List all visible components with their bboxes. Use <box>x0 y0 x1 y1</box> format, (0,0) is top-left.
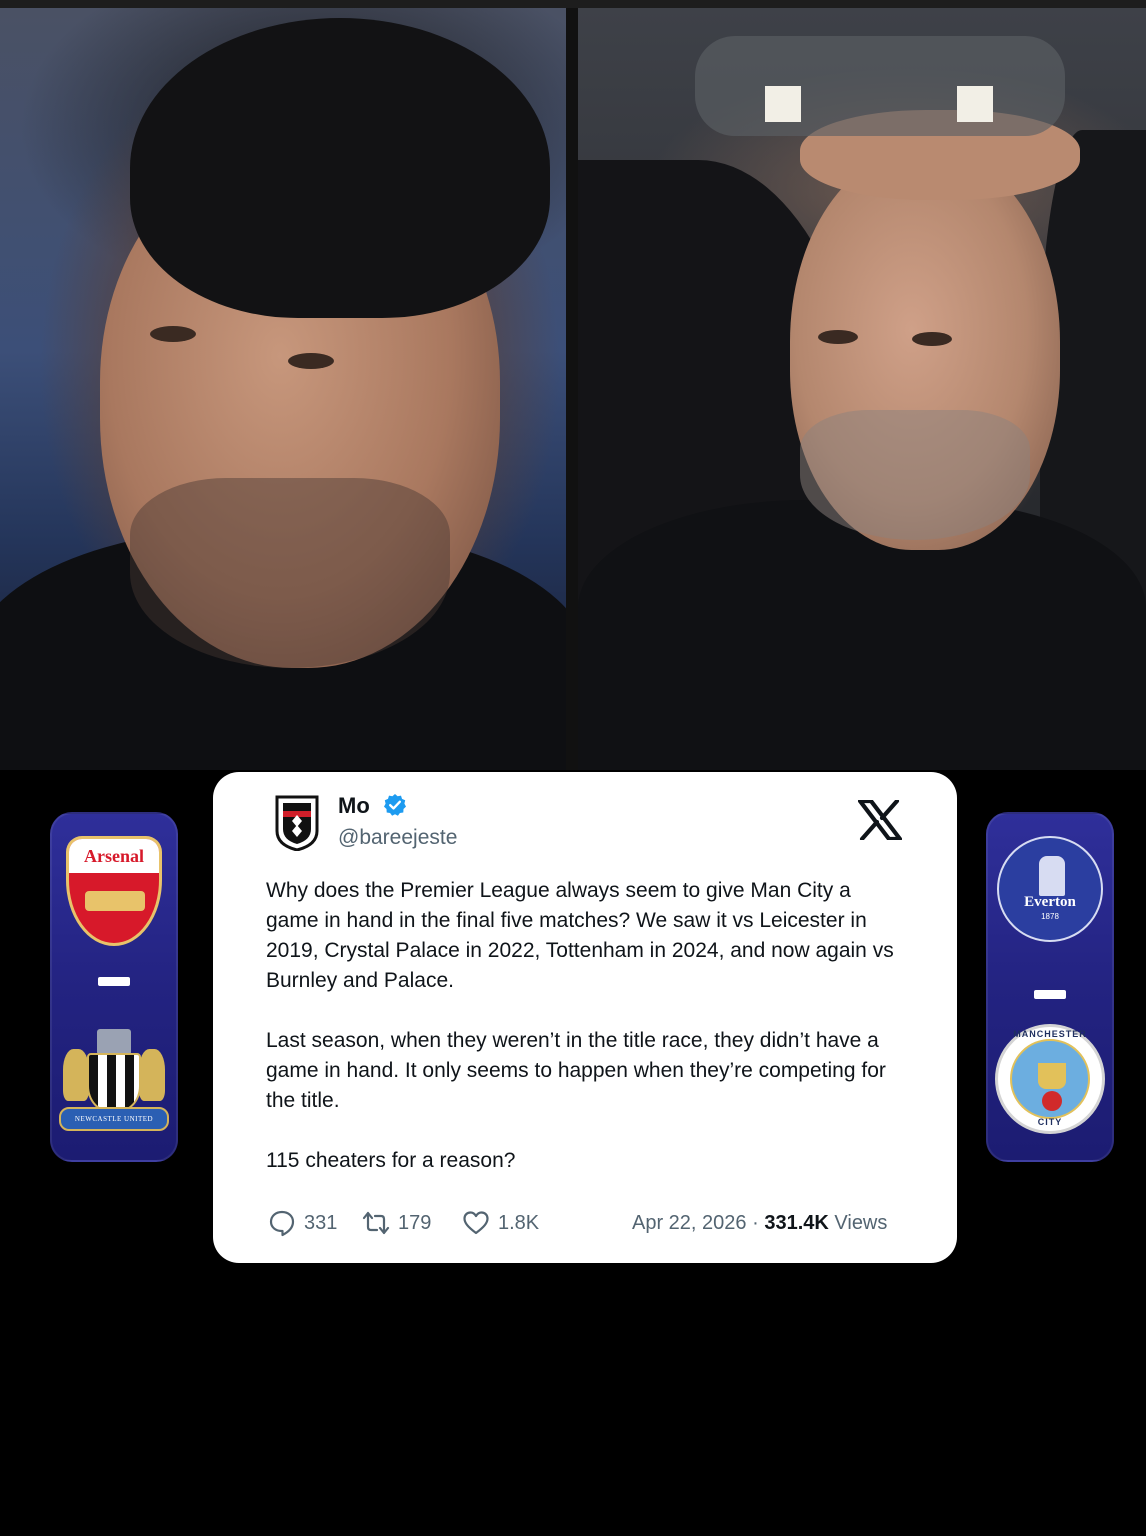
left-fixture-card: Arsenal NEWCASTLE UNITED <box>50 812 178 1162</box>
tweet-date[interactable]: Apr 22, 2026 <box>632 1212 747 1234</box>
right-beard <box>800 410 1030 540</box>
meta-separator: · <box>752 1212 759 1234</box>
like-count: 1.8K <box>498 1211 540 1234</box>
tweet-body: Why does the Premier League always seem … <box>266 876 906 1176</box>
rose-icon <box>1042 1091 1062 1111</box>
reply-button[interactable]: 331 <box>268 1208 337 1238</box>
fixture-dash <box>1034 990 1066 999</box>
tower-icon <box>1039 856 1065 896</box>
reply-icon <box>269 1210 295 1237</box>
arsenal-crest-label: Arsenal <box>69 839 159 873</box>
right-person-eye-right <box>912 332 952 346</box>
everton-crest-year: 1878 <box>1041 912 1059 921</box>
seahorse-icon <box>63 1049 89 1101</box>
tweet-meta: Apr 22, 2026 · 331.4K Views <box>632 1208 887 1238</box>
city-crest-inner <box>1010 1039 1090 1119</box>
heart-icon <box>463 1211 489 1235</box>
views-label: Views <box>834 1212 888 1234</box>
pixelated-blur-overlay <box>695 36 1065 136</box>
seahorse-icon <box>139 1049 165 1101</box>
right-fixture-card: Everton 1878 MANCHESTER CITY <box>986 812 1114 1162</box>
newcastle-scroll-label: NEWCASTLE UNITED <box>59 1107 169 1131</box>
tweet-paragraph-2: Last season, when they weren’t in the ti… <box>266 1029 886 1112</box>
left-manager-photo <box>0 8 566 770</box>
tweet-handle[interactable]: @bareejeste <box>338 826 457 850</box>
tweet-paragraph-1: Why does the Premier League always seem … <box>266 879 894 992</box>
fulham-crest-icon <box>275 795 319 851</box>
top-edge-bar <box>0 0 1146 8</box>
everton-crest-icon: Everton 1878 <box>997 836 1103 942</box>
like-button[interactable]: 1.8K <box>462 1208 539 1238</box>
left-hair <box>130 18 550 318</box>
everton-crest-label: Everton <box>1024 894 1076 910</box>
city-crest-top-text: MANCHESTER <box>1013 1029 1087 1039</box>
left-eye <box>150 326 196 342</box>
tweet-display-name[interactable]: Mo <box>338 793 370 819</box>
photo-divider <box>566 8 578 770</box>
fulham-crest-avatar[interactable] <box>275 795 319 851</box>
blur-pixel <box>765 86 801 122</box>
left-beard <box>130 478 450 668</box>
arsenal-crest-icon: Arsenal <box>66 836 162 946</box>
repost-icon <box>362 1211 390 1235</box>
repost-count: 179 <box>398 1211 432 1234</box>
right-eye <box>288 353 334 369</box>
blur-pixel <box>957 86 993 122</box>
cannon-icon <box>85 891 145 911</box>
newcastle-crest-icon: NEWCASTLE UNITED <box>59 1019 169 1134</box>
city-crest-bottom-text: CITY <box>1037 1117 1063 1127</box>
x-logo-icon[interactable] <box>857 798 903 842</box>
verified-badge-icon <box>383 793 407 817</box>
repost-button[interactable]: 179 <box>362 1208 431 1238</box>
castle-icon <box>97 1029 131 1055</box>
tweet-paragraph-3: 115 cheaters for a reason? <box>266 1149 516 1172</box>
fixture-dash <box>98 977 130 986</box>
right-person-eye-left <box>818 330 858 344</box>
right-jacket <box>578 500 1146 770</box>
striped-shield-icon <box>87 1053 141 1113</box>
ship-icon <box>1038 1063 1066 1089</box>
views-count: 331.4K <box>764 1212 829 1234</box>
man-city-crest-icon: MANCHESTER CITY <box>995 1024 1105 1134</box>
reply-count: 331 <box>304 1211 338 1234</box>
